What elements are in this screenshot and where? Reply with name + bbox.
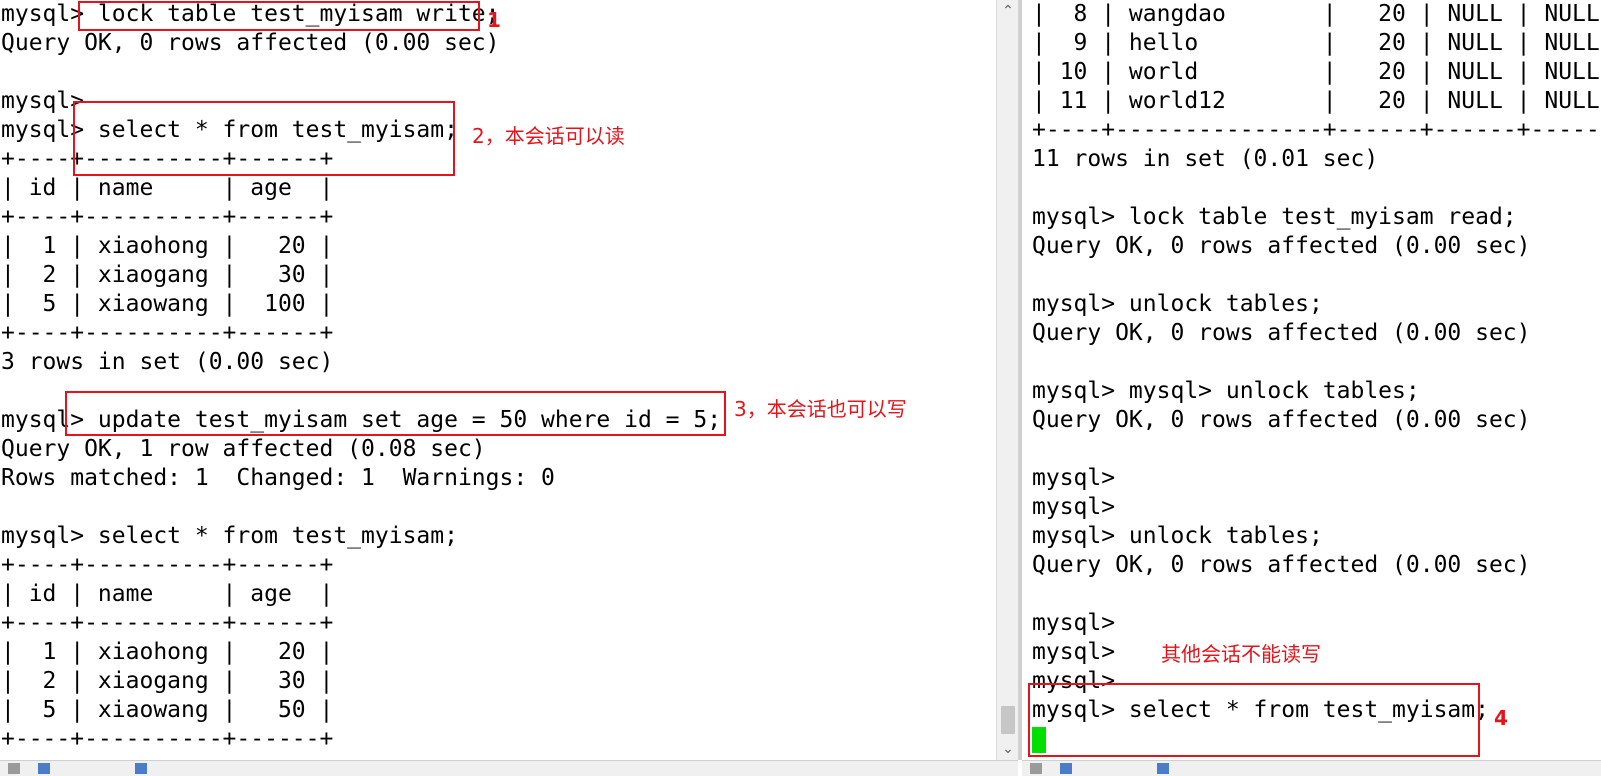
terminal-line: Query OK, 0 rows affected (0.00 sec) xyxy=(1032,407,1531,433)
highlight-box-select xyxy=(73,101,455,176)
highlight-box-blocked-select xyxy=(1028,683,1480,757)
annotation-label-1: 1 xyxy=(487,8,501,32)
highlight-box-update xyxy=(65,391,726,436)
chevron-down-icon[interactable]: ⌄ xyxy=(997,738,1019,760)
chevron-up-icon[interactable]: ⌃ xyxy=(997,0,1019,22)
terminal-line: Query OK, 0 rows affected (0.00 sec) xyxy=(1032,233,1531,259)
terminal-line: | 2 | xiaogang | 30 | xyxy=(1,668,334,694)
terminal-line: | 5 | xiaowang | 100 | xyxy=(1,291,334,317)
right-terminal-pane[interactable]: | 8 | wangdao | 20 | NULL | NULL | 9 | h… xyxy=(1024,0,1601,760)
terminal-line: Query OK, 0 rows affected (0.00 sec) xyxy=(1032,552,1531,578)
terminal-line: | 1 | xiaohong | 20 | xyxy=(1,233,334,259)
terminal-line: | id | name | age | xyxy=(1,581,334,607)
left-terminal-pane[interactable]: mysql> lock table test_myisam write; Que… xyxy=(0,0,996,760)
left-status-bar xyxy=(0,760,1018,776)
terminal-line: | 1 | xiaohong | 20 | xyxy=(1,639,334,665)
terminal-line: mysql> unlock tables; xyxy=(1032,291,1323,317)
terminal-line: mysql> lock table test_myisam read; xyxy=(1032,204,1517,230)
terminal-line: mysql> select * from test_myisam; xyxy=(1,523,458,549)
terminal-line: | 9 | hello | 20 | NULL | NULL xyxy=(1032,30,1600,56)
terminal-line: 3 rows in set (0.00 sec) xyxy=(1,349,334,375)
terminal-line: | 5 | xiaowang | 50 | xyxy=(1,697,334,723)
terminal-line: +----+----------+------+ xyxy=(1,320,334,346)
terminal-line: mysql> xyxy=(1032,494,1116,520)
terminal-line: mysql> xyxy=(1032,465,1116,491)
status-icon xyxy=(1030,763,1042,774)
status-icon xyxy=(1157,763,1169,774)
terminal-line: | 8 | wangdao | 20 | NULL | NULL xyxy=(1032,1,1600,27)
status-icon xyxy=(135,763,147,774)
terminal-line: +----+----------+------+ xyxy=(1,552,334,578)
terminal-line: mysql> xyxy=(1032,610,1116,636)
terminal-line: Rows matched: 1 Changed: 1 Warnings: 0 xyxy=(1,465,555,491)
terminal-line: | 2 | xiaogang | 30 | xyxy=(1,262,334,288)
terminal-line: mysql> mysql> unlock tables; xyxy=(1032,378,1420,404)
terminal-line: +----+----------+------+ xyxy=(1,204,334,230)
annotation-other-sessions: 其他会话不能读写 xyxy=(1161,642,1321,666)
left-vertical-scrollbar[interactable]: ⌃ ⌄ xyxy=(996,0,1019,760)
terminal-line: | 10 | world | 20 | NULL | NULL xyxy=(1032,59,1600,85)
terminal-line: +----+----------+------+ xyxy=(1,610,334,636)
terminal-line: | id | name | age | xyxy=(1,175,334,201)
right-status-bar xyxy=(1022,760,1601,776)
terminal-line: Query OK, 0 rows affected (0.00 sec) xyxy=(1032,320,1531,346)
terminal-line: Query OK, 0 rows affected (0.00 sec) xyxy=(1,30,500,56)
annotation-label-3: 3，本会话也可以写 xyxy=(734,397,907,421)
terminal-line: +----+---------------+------+------+----… xyxy=(1032,117,1601,143)
annotation-label-4: 4 xyxy=(1494,706,1508,730)
annotation-label-2: 2，本会话可以读 xyxy=(472,124,625,148)
status-icon xyxy=(38,763,50,774)
scroll-thumb[interactable] xyxy=(1001,706,1015,734)
terminal-line: +----+----------+------+ xyxy=(1,726,334,752)
pane-divider[interactable] xyxy=(1018,0,1022,760)
terminal-line: 11 rows in set (0.01 sec) xyxy=(1032,146,1379,172)
status-icon xyxy=(8,763,20,774)
terminal-line: mysql> unlock tables; xyxy=(1032,523,1323,549)
terminal-line: Query OK, 1 row affected (0.08 sec) xyxy=(1,436,486,462)
terminal-line: | 11 | world12 | 20 | NULL | NULL xyxy=(1032,88,1600,114)
highlight-box-lock-write xyxy=(78,1,480,31)
status-icon xyxy=(1060,763,1072,774)
